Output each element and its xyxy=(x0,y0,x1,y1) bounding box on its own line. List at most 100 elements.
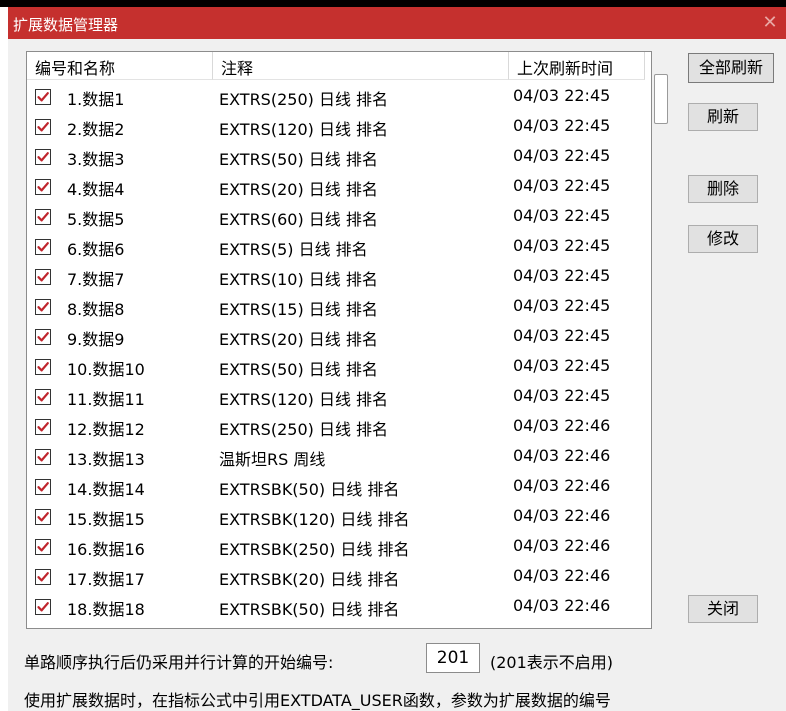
scroll-track xyxy=(649,82,651,628)
cell-note: EXTRS(120) 日线 排名 xyxy=(219,120,389,139)
table-row[interactable]: 3.数据3 EXTRS(50) 日线 排名 04/03 22:45 xyxy=(27,142,651,172)
cell-time: 04/03 22:45 xyxy=(513,116,611,135)
table-row[interactable]: 18.数据18 EXTRSBK(50) 日线 排名 04/03 22:46 xyxy=(27,592,651,622)
dialog-window: 扩展数据管理器 ✕ 编号和名称 注释 上次刷新时间 1.数据1 EXTRS(250… xyxy=(8,7,786,711)
cell-name: 11.数据11 xyxy=(67,390,145,409)
cell-time: 04/03 22:46 xyxy=(513,566,611,585)
table-row[interactable]: 6.数据6 EXTRS(5) 日线 排名 04/03 22:45 xyxy=(27,232,651,262)
cell-name: 7.数据7 xyxy=(67,270,125,289)
cell-note: EXTRS(20) 日线 排名 xyxy=(219,330,378,349)
table-row[interactable]: 1.数据1 EXTRS(250) 日线 排名 04/03 22:45 xyxy=(27,82,651,112)
cell-name: 15.数据15 xyxy=(67,510,145,529)
parallel-start-label: 单路顺序执行后仍采用并行计算的开始编号: xyxy=(24,653,334,672)
title-bar[interactable]: 扩展数据管理器 ✕ xyxy=(8,7,786,39)
cell-name: 17.数据17 xyxy=(67,570,145,589)
modify-button[interactable]: 修改 xyxy=(688,225,758,253)
checkbox-icon[interactable] xyxy=(35,209,51,225)
cell-note: EXTRS(250) 日线 排名 xyxy=(219,420,389,439)
checkbox-icon[interactable] xyxy=(35,479,51,495)
cell-note: EXTRS(50) 日线 排名 xyxy=(219,360,378,379)
cell-time: 04/03 22:46 xyxy=(513,476,611,495)
cell-name: 6.数据6 xyxy=(67,240,125,259)
cell-name: 1.数据1 xyxy=(67,90,125,109)
cell-time: 04/03 22:45 xyxy=(513,206,611,225)
scrollbar-thumb[interactable] xyxy=(654,74,668,124)
cell-note: EXTRSBK(50) 日线 排名 xyxy=(219,600,400,619)
cell-time: 04/03 22:45 xyxy=(513,356,611,375)
table-row[interactable]: 13.数据13 温斯坦RS 周线 04/03 22:46 xyxy=(27,442,651,472)
cell-note: EXTRS(10) 日线 排名 xyxy=(219,270,378,289)
table-row[interactable]: 8.数据8 EXTRS(15) 日线 排名 04/03 22:45 xyxy=(27,292,651,322)
window-title: 扩展数据管理器 xyxy=(13,16,119,34)
cell-name: 5.数据5 xyxy=(67,210,125,229)
checkbox-icon[interactable] xyxy=(35,599,51,615)
table-row[interactable]: 9.数据9 EXTRS(20) 日线 排名 04/03 22:45 xyxy=(27,322,651,352)
checkbox-icon[interactable] xyxy=(35,569,51,585)
checkbox-icon[interactable] xyxy=(35,299,51,315)
table-row[interactable]: 14.数据14 EXTRSBK(50) 日线 排名 04/03 22:46 xyxy=(27,472,651,502)
cell-note: EXTRS(120) 日线 排名 xyxy=(219,390,389,409)
table-row[interactable]: 2.数据2 EXTRS(120) 日线 排名 04/03 22:45 xyxy=(27,112,651,142)
cell-time: 04/03 22:46 xyxy=(513,446,611,465)
checkbox-icon[interactable] xyxy=(35,359,51,375)
cell-time: 04/03 22:45 xyxy=(513,386,611,405)
cell-time: 04/03 22:45 xyxy=(513,326,611,345)
cell-name: 16.数据16 xyxy=(67,540,145,559)
checkbox-icon[interactable] xyxy=(35,329,51,345)
table-row[interactable]: 5.数据5 EXTRS(60) 日线 排名 04/03 22:45 xyxy=(27,202,651,232)
cell-time: 04/03 22:45 xyxy=(513,266,611,285)
cell-note: EXTRSBK(250) 日线 排名 xyxy=(219,540,410,559)
cell-note: EXTRSBK(50) 日线 排名 xyxy=(219,480,400,499)
close-icon[interactable]: ✕ xyxy=(758,11,782,35)
cell-time: 04/03 22:45 xyxy=(513,176,611,195)
checkbox-icon[interactable] xyxy=(35,539,51,555)
checkbox-icon[interactable] xyxy=(35,149,51,165)
cell-note: EXTRS(60) 日线 排名 xyxy=(219,210,378,229)
checkbox-icon[interactable] xyxy=(35,239,51,255)
cell-note: 温斯坦RS 周线 xyxy=(219,450,326,469)
cell-name: 2.数据2 xyxy=(67,120,125,139)
cell-time: 04/03 22:45 xyxy=(513,146,611,165)
parallel-start-input[interactable] xyxy=(426,643,480,673)
cell-note: EXTRS(250) 日线 排名 xyxy=(219,90,389,109)
refresh-button[interactable]: 刷新 xyxy=(688,103,758,131)
table-row[interactable]: 10.数据10 EXTRS(50) 日线 排名 04/03 22:45 xyxy=(27,352,651,382)
data-list[interactable]: 编号和名称 注释 上次刷新时间 1.数据1 EXTRS(250) 日线 排名 04/… xyxy=(26,51,652,629)
checkbox-icon[interactable] xyxy=(35,419,51,435)
cell-note: EXTRSBK(20) 日线 排名 xyxy=(219,570,400,589)
table-row[interactable]: 7.数据7 EXTRS(10) 日线 排名 04/03 22:45 xyxy=(27,262,651,292)
list-header: 编号和名称 注释 上次刷新时间 xyxy=(27,52,651,82)
table-row[interactable]: 11.数据11 EXTRS(120) 日线 排名 04/03 22:45 xyxy=(27,382,651,412)
cell-name: 4.数据4 xyxy=(67,180,125,199)
checkbox-icon[interactable] xyxy=(35,89,51,105)
checkbox-icon[interactable] xyxy=(35,119,51,135)
table-row[interactable]: 16.数据16 EXTRSBK(250) 日线 排名 04/03 22:46 xyxy=(27,532,651,562)
cell-name: 3.数据3 xyxy=(67,150,125,169)
cell-name: 18.数据18 xyxy=(67,600,145,619)
column-header-note[interactable]: 注释 xyxy=(213,52,509,80)
table-row[interactable]: 4.数据4 EXTRS(20) 日线 排名 04/03 22:45 xyxy=(27,172,651,202)
cell-time: 04/03 22:46 xyxy=(513,416,611,435)
refresh-all-button[interactable]: 全部刷新 xyxy=(688,53,774,83)
table-row[interactable]: 15.数据15 EXTRSBK(120) 日线 排名 04/03 22:46 xyxy=(27,502,651,532)
close-button[interactable]: 关闭 xyxy=(688,595,758,623)
cell-time: 04/03 22:46 xyxy=(513,536,611,555)
cell-time: 04/03 22:45 xyxy=(513,86,611,105)
checkbox-icon[interactable] xyxy=(35,269,51,285)
column-header-time[interactable]: 上次刷新时间 xyxy=(509,52,645,80)
checkbox-icon[interactable] xyxy=(35,449,51,465)
top-strip xyxy=(0,0,786,7)
checkbox-icon[interactable] xyxy=(35,509,51,525)
cell-time: 04/03 22:46 xyxy=(513,596,611,615)
delete-button[interactable]: 删除 xyxy=(688,175,758,203)
checkbox-icon[interactable] xyxy=(35,179,51,195)
cell-time: 04/03 22:46 xyxy=(513,506,611,525)
table-row[interactable]: 17.数据17 EXTRSBK(20) 日线 排名 04/03 22:46 xyxy=(27,562,651,592)
table-row[interactable]: 12.数据12 EXTRS(250) 日线 排名 04/03 22:46 xyxy=(27,412,651,442)
cell-name: 13.数据13 xyxy=(67,450,145,469)
checkbox-icon[interactable] xyxy=(35,389,51,405)
column-header-name[interactable]: 编号和名称 xyxy=(27,52,213,80)
cell-name: 8.数据8 xyxy=(67,300,125,319)
cell-note: EXTRSBK(120) 日线 排名 xyxy=(219,510,410,529)
cell-name: 9.数据9 xyxy=(67,330,125,349)
